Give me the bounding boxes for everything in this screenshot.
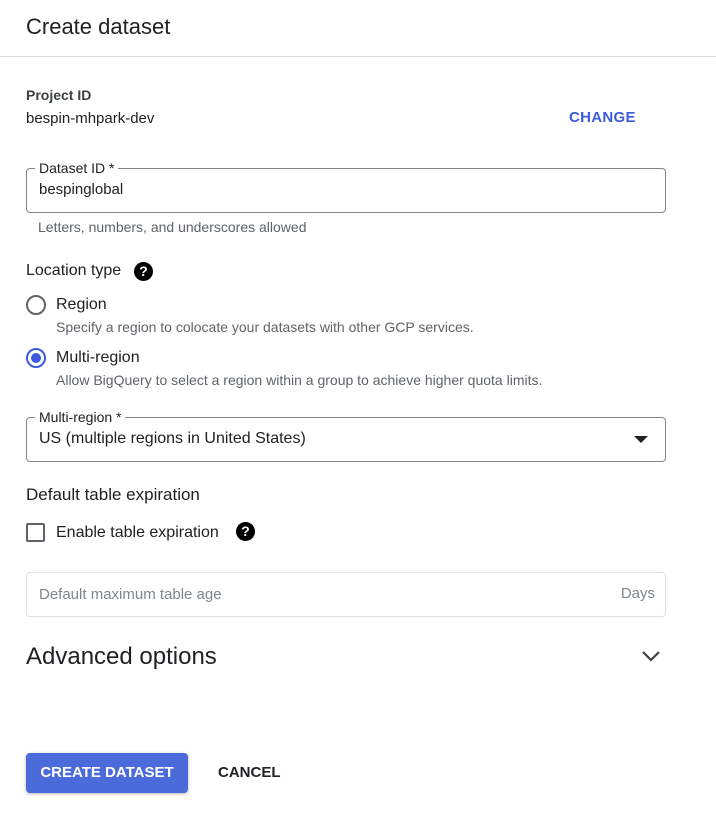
create-dataset-panel: Create dataset Project ID bespin-mhpark-…	[0, 0, 716, 837]
dataset-id-field[interactable]: Dataset ID * bespinglobal	[26, 159, 666, 213]
create-dataset-button[interactable]: CREATE DATASET	[26, 753, 188, 793]
project-id-label: Project ID	[26, 87, 92, 103]
table-expiration-title: Default table expiration	[26, 485, 200, 504]
radio-multi-region-description: Allow BigQuery to select a region within…	[56, 372, 543, 388]
max-table-age-field: Default maximum table age Days	[26, 572, 666, 617]
max-table-age-placeholder: Default maximum table age	[39, 586, 222, 603]
location-type-title: Location type	[26, 262, 122, 279]
change-project-button[interactable]: CHANGE	[569, 109, 636, 126]
radio-region-description: Specify a region to colocate your datase…	[56, 319, 474, 335]
cancel-button[interactable]: CANCEL	[218, 764, 281, 781]
dataset-id-label: Dataset ID *	[35, 159, 119, 177]
enable-expiration-label: Enable table expiration	[56, 524, 219, 541]
expiration-help-icon[interactable]: ?	[236, 522, 255, 541]
radio-region-label: Region	[56, 296, 107, 313]
dataset-id-input[interactable]: bespinglobal	[39, 181, 123, 198]
chevron-down-icon[interactable]	[640, 647, 662, 665]
multi-region-select[interactable]: Multi-region * US (multiple regions in U…	[26, 408, 666, 462]
dataset-id-helper: Letters, numbers, and underscores allowe…	[38, 219, 307, 235]
project-id-value: bespin-mhpark-dev	[26, 110, 155, 127]
radio-region[interactable]	[26, 295, 46, 315]
multi-region-label: Multi-region *	[35, 408, 126, 426]
dropdown-arrow-icon	[634, 436, 648, 443]
multi-region-selected-value: US (multiple regions in United States)	[39, 430, 306, 447]
max-table-age-suffix: Days	[620, 585, 655, 602]
radio-multi-region-label: Multi-region	[56, 349, 140, 366]
panel-header: Create dataset	[0, 0, 716, 57]
page-title: Create dataset	[26, 14, 171, 39]
radio-multi-region[interactable]	[26, 348, 46, 368]
advanced-options-title[interactable]: Advanced options	[26, 643, 217, 671]
enable-expiration-checkbox[interactable]	[26, 523, 45, 542]
location-help-icon[interactable]: ?	[134, 262, 153, 281]
